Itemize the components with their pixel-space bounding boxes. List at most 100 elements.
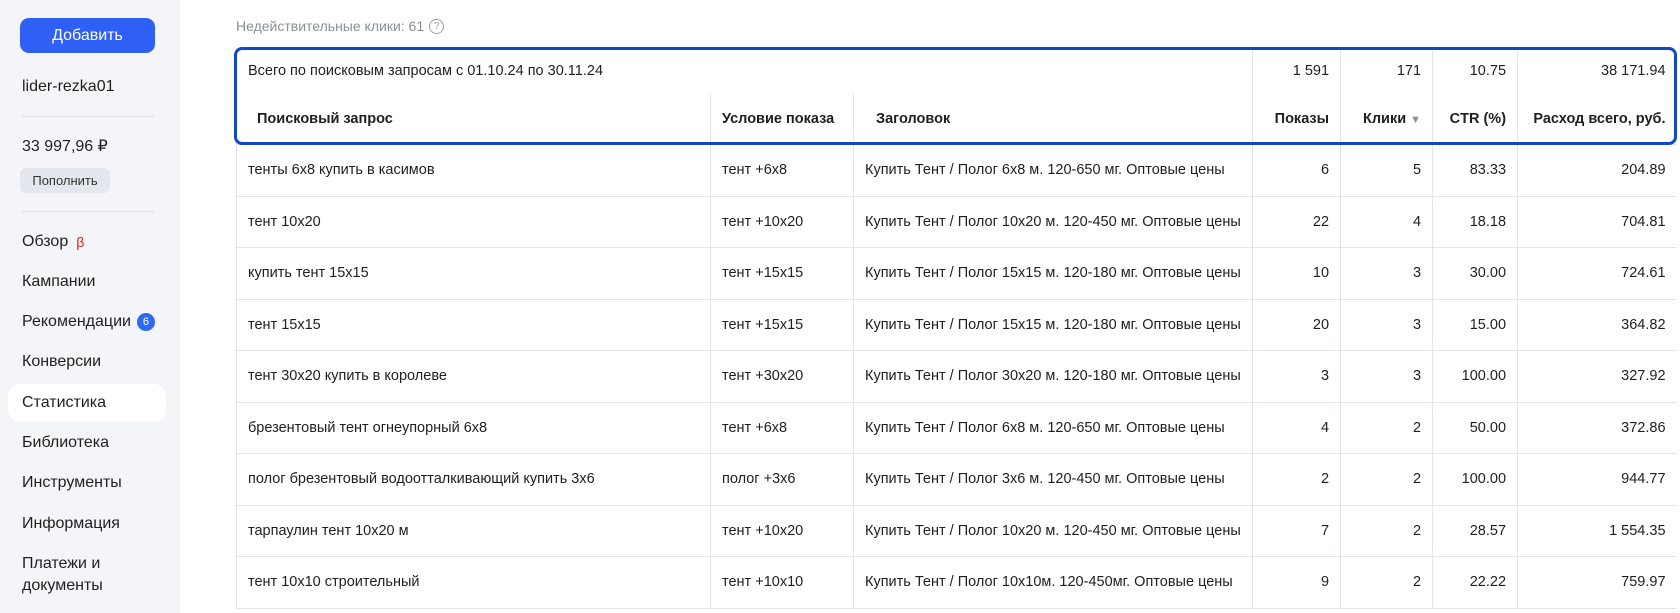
nav-item-library[interactable]: Библиотека [8, 424, 166, 462]
cell-shows: 20 [1252, 299, 1341, 351]
total-cost: 38 171.94 [1517, 48, 1677, 94]
cell-ctr: 30.00 [1432, 247, 1518, 300]
topup-button[interactable]: Пополнить [20, 168, 110, 193]
cell-query: тенты 6х8 купить в касимов [236, 144, 711, 197]
cell-title: Купить Тент / Полог 15х15 м. 120-180 мг.… [852, 299, 1253, 351]
cell-cost: 944.77 [1517, 453, 1677, 506]
nav-item-label: Информация [22, 515, 120, 532]
cell-ctr: 15.00 [1432, 299, 1518, 351]
cell-title: Купить Тент / Полог 3х6 м. 120-450 мг. О… [852, 453, 1253, 506]
table-header: Поисковый запрос Условие показа Заголово… [236, 94, 1677, 145]
cell-clicks: 3 [1340, 350, 1433, 403]
cell-clicks: 5 [1340, 144, 1433, 197]
table-row[interactable]: тенты 6х8 купить в касимов тент +6х8 Купит… [236, 144, 1677, 197]
divider [22, 211, 154, 212]
nav-item-label: Библиотека [22, 434, 109, 451]
cell-shows: 22 [1252, 196, 1341, 248]
nav-item-campaigns[interactable]: Кампании [8, 263, 166, 301]
invalid-clicks: Недействительные клики: 61 ? [236, 18, 445, 34]
cell-title: Купить Тент / Полог 6х8 м. 120-650 мг. О… [852, 402, 1253, 454]
cell-condition: тент +6х8 [710, 144, 854, 197]
nav-item-label: Конверсии [22, 353, 102, 370]
column-header-condition[interactable]: Условие показа [710, 94, 854, 145]
help-icon[interactable]: ? [429, 18, 445, 34]
column-header-shows[interactable]: Показы [1252, 94, 1341, 145]
table-row[interactable]: тент 15х15 тент +15х15 Купить Тент / Полог… [236, 299, 1677, 351]
cell-shows: 2 [1252, 453, 1341, 506]
cell-cost: 204.89 [1517, 144, 1677, 197]
nav-item-recommendations[interactable]: Рекомендации 6 [8, 303, 166, 341]
nav-item-payments[interactable]: Платежи и документы [8, 551, 118, 597]
cell-query: тент 10х20 [236, 196, 711, 248]
column-header-ctr[interactable]: CTR (%) [1432, 94, 1518, 145]
cell-ctr: 22.22 [1432, 556, 1518, 609]
cell-clicks: 2 [1340, 505, 1433, 557]
total-row: Всего по поисковым запросам с 01.10.24 п… [235, 48, 1677, 94]
table-row[interactable]: тент 10х20 тент +10х20 Купить Тент / Полог… [236, 196, 1677, 248]
nav-item-label: Платежи и документы [22, 555, 103, 594]
cell-shows: 9 [1252, 556, 1341, 609]
cell-cost: 704.81 [1517, 196, 1677, 248]
cell-title: Купить Тент / Полог 15х15 м. 120-180 мг.… [852, 247, 1253, 300]
table-row[interactable]: купить тент 15х15 тент +15х15 Купить Тент … [236, 247, 1677, 300]
cell-condition: тент +15х15 [710, 247, 854, 300]
nav-item-overview[interactable]: Обзор β [8, 223, 166, 261]
cell-clicks: 4 [1340, 196, 1433, 248]
cell-clicks: 3 [1340, 247, 1433, 300]
cell-cost: 724.61 [1517, 247, 1677, 300]
column-header-title[interactable]: Заголовок [852, 94, 1253, 145]
cell-ctr: 50.00 [1432, 402, 1518, 454]
account-balance: 33 997,96 ₽ [22, 138, 108, 155]
cell-query: тарпаулин тент 10х20 м [236, 505, 711, 557]
cell-shows: 10 [1252, 247, 1341, 300]
cell-query: тент 10х10 строительный [236, 556, 711, 609]
cell-cost: 372.86 [1517, 402, 1677, 454]
cell-title: Купить Тент / Полог 30х20 м. 120-180 мг.… [852, 350, 1253, 403]
sort-desc-icon[interactable]: ▼ [1410, 114, 1421, 126]
cell-condition: тент +15х15 [710, 299, 854, 351]
cell-ctr: 100.00 [1432, 350, 1518, 403]
cell-ctr: 18.18 [1432, 196, 1518, 248]
total-label: Всего по поисковым запросам с 01.10.24 п… [235, 48, 1253, 94]
cell-cost: 364.82 [1517, 299, 1677, 351]
cell-cost: 1 554.35 [1517, 505, 1677, 557]
cell-title: Купить Тент / Полог 10х10м. 120-450мг. О… [852, 556, 1253, 609]
cell-clicks: 2 [1340, 402, 1433, 454]
nav-item-tools[interactable]: Инструменты [8, 464, 166, 502]
total-shows: 1 591 [1252, 48, 1341, 94]
cell-query: тент 15х15 [236, 299, 711, 351]
search-queries-table: Всего по поисковым запросам с 01.10.24 п… [235, 48, 1677, 609]
cell-shows: 4 [1252, 402, 1341, 454]
sidebar: Добавить lider-rezka01 33 997,96 ₽ Попол… [0, 0, 180, 613]
cell-shows: 7 [1252, 505, 1341, 557]
nav-item-information[interactable]: Информация [8, 505, 166, 543]
cell-condition: тент +10х10 [710, 556, 854, 609]
cell-cost: 327.92 [1517, 350, 1677, 403]
cell-title: Купить Тент / Полог 10х20 м. 120-450 мг.… [852, 196, 1253, 248]
add-button[interactable]: Добавить [20, 18, 155, 53]
table-row[interactable]: тент 30х20 купить в королеве тент +30х20 К… [236, 350, 1677, 403]
table-row[interactable]: полог брезентовый водоотталкивающий купи… [236, 453, 1677, 506]
cell-condition: тент +6х8 [710, 402, 854, 454]
cell-condition: тент +10х20 [710, 196, 854, 248]
nav-item-label: Статистика [22, 394, 107, 411]
nav-item-label: Инструменты [22, 474, 122, 491]
table-row[interactable]: тарпаулин тент 10х20 м тент +10х20 Купить … [236, 505, 1677, 557]
column-header-clicks[interactable]: Клики ▼ [1340, 94, 1433, 145]
cell-ctr: 100.00 [1432, 453, 1518, 506]
account-name[interactable]: lider-rezka01 [22, 78, 114, 96]
beta-badge: β [76, 234, 85, 250]
column-header-cost[interactable]: Расход всего, руб. [1517, 94, 1677, 145]
column-header-query[interactable]: Поисковый запрос [236, 94, 711, 145]
nav-item-statistics[interactable]: Статистика [8, 384, 166, 422]
count-badge: 6 [136, 313, 155, 331]
nav-item-label: Рекомендации [22, 313, 131, 330]
table-row[interactable]: тент 10х10 строительный тент +10х10 Купить… [236, 556, 1677, 609]
table-row[interactable]: брезентовый тент огнеупорный 6х8 тент +6х… [236, 402, 1677, 454]
nav-item-conversions[interactable]: Конверсии [8, 343, 166, 381]
cell-clicks: 2 [1340, 556, 1433, 609]
cell-condition: тент +10х20 [710, 505, 854, 557]
column-header-clicks-label: Клики [1362, 111, 1407, 127]
cell-clicks: 3 [1340, 299, 1433, 351]
cell-query: полог брезентовый водоотталкивающий купи… [236, 453, 711, 506]
